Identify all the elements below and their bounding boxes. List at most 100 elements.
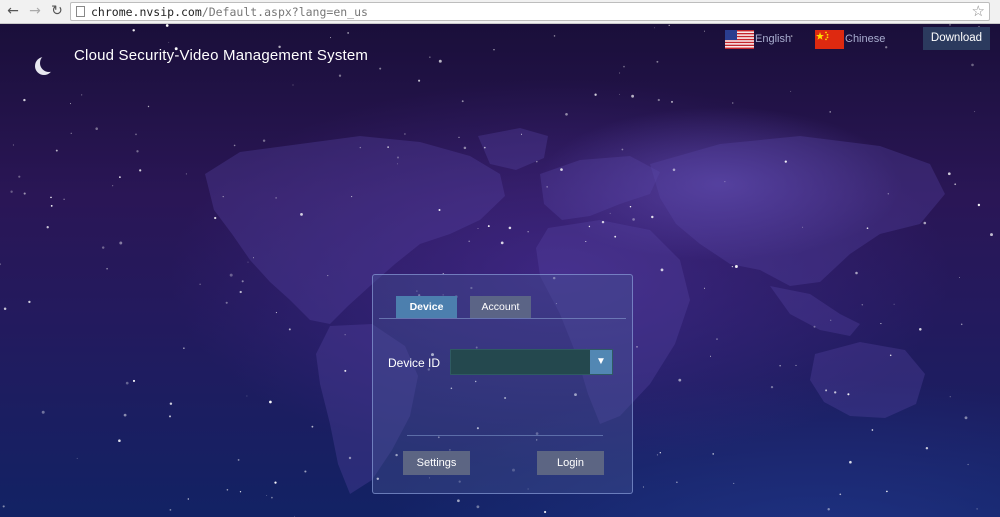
star-dot	[187, 498, 189, 500]
star-dot	[23, 192, 26, 195]
southeast-asia-shape	[770, 286, 860, 336]
app-title: Cloud Security-Video Management System	[74, 47, 369, 64]
language-label-english: English	[755, 33, 792, 45]
star-dot	[274, 481, 277, 484]
star-dot	[790, 90, 792, 92]
star-dot	[668, 24, 670, 27]
star-dot	[477, 227, 479, 229]
tab-divider	[379, 318, 626, 319]
star-dot	[839, 493, 842, 496]
star-dot	[642, 486, 644, 488]
star-dot	[712, 453, 714, 455]
star-dot	[106, 267, 108, 270]
star-dot	[41, 410, 45, 414]
star-dot	[847, 393, 850, 396]
page-viewport: Cloud Security-Video Management System E…	[0, 24, 1000, 517]
address-bar[interactable]: chrome.nvsip.com/Default.aspx?lang=en_us…	[70, 2, 990, 21]
star-dot	[565, 112, 568, 116]
star-dot	[288, 328, 291, 331]
star-dot	[656, 60, 659, 63]
asia-shape	[650, 136, 945, 286]
star-dot	[169, 509, 172, 511]
star-dot	[28, 300, 31, 304]
star-dot	[125, 381, 129, 385]
star-dot	[12, 144, 14, 146]
star-dot	[887, 193, 889, 195]
star-dot	[619, 72, 621, 74]
star-dot	[959, 277, 960, 279]
star-dot	[463, 146, 467, 150]
star-dot	[731, 265, 734, 268]
star-dot	[544, 510, 547, 514]
star-dot	[233, 144, 236, 147]
star-dot	[553, 35, 556, 37]
star-dot	[949, 396, 951, 398]
star-dot	[703, 287, 706, 289]
star-dot	[614, 235, 617, 238]
star-dot	[990, 233, 993, 237]
star-dot	[239, 491, 242, 493]
reload-icon[interactable]: ↻	[48, 2, 66, 20]
star-dot	[404, 133, 406, 135]
star-dot	[520, 133, 523, 135]
star-dot	[802, 226, 804, 228]
bookmark-star-icon[interactable]: ☆	[972, 3, 985, 20]
star-dot	[46, 226, 49, 229]
star-dot	[964, 416, 968, 420]
star-dot	[527, 231, 529, 233]
star-dot	[659, 452, 661, 454]
star-dot	[275, 197, 277, 199]
star-dot	[458, 136, 460, 139]
star-dot	[266, 495, 268, 496]
star-dot	[119, 176, 121, 178]
star-dot	[813, 325, 816, 328]
star-dot	[168, 41, 170, 43]
star-dot	[118, 439, 121, 442]
login-button[interactable]: Login	[537, 451, 604, 475]
star-dot	[954, 183, 957, 186]
star-dot	[629, 205, 632, 208]
download-button[interactable]: Download	[923, 27, 990, 50]
star-dot	[2, 505, 5, 508]
star-dot	[861, 304, 864, 306]
device-id-select[interactable]: ▼	[450, 349, 613, 375]
star-dot	[487, 225, 490, 228]
star-dot	[275, 312, 277, 314]
star-dot	[253, 257, 254, 259]
back-arrow-icon[interactable]: ←	[4, 2, 22, 20]
panel-divider	[407, 435, 603, 436]
star-dot	[676, 481, 678, 483]
star-dot	[468, 240, 471, 243]
moon-icon	[40, 54, 58, 72]
star-dot	[23, 98, 26, 102]
star-dot	[500, 241, 504, 245]
star-dot	[461, 100, 464, 103]
star-dot	[112, 185, 114, 187]
star-dot	[429, 56, 431, 58]
star-dot	[560, 168, 563, 171]
star-dot	[893, 303, 895, 305]
star-dot	[344, 369, 347, 372]
star-dot	[476, 505, 480, 509]
device-id-label: Device ID	[388, 356, 441, 370]
star-dot	[55, 149, 58, 152]
star-dot	[396, 156, 400, 159]
star-dot	[226, 489, 229, 491]
star-dot	[623, 65, 625, 68]
star-dot	[359, 146, 361, 149]
language-english[interactable]: English	[725, 28, 791, 50]
star-dot	[139, 169, 142, 172]
chevron-down-icon[interactable]: ▼	[590, 350, 612, 374]
star-dot	[168, 415, 172, 418]
star-dot	[636, 346, 638, 348]
star-dot	[50, 196, 52, 199]
star-dot	[300, 213, 303, 216]
europe-shape	[540, 156, 660, 220]
tab-device[interactable]: Device	[396, 296, 457, 318]
url-text: chrome.nvsip.com/Default.aspx?lang=en_us	[91, 4, 368, 20]
language-chinese[interactable]: Chinese	[815, 28, 885, 50]
tab-account[interactable]: Account	[470, 296, 531, 318]
forward-arrow-icon[interactable]: →	[26, 2, 44, 20]
settings-button[interactable]: Settings	[403, 451, 470, 475]
star-dot	[960, 323, 963, 326]
